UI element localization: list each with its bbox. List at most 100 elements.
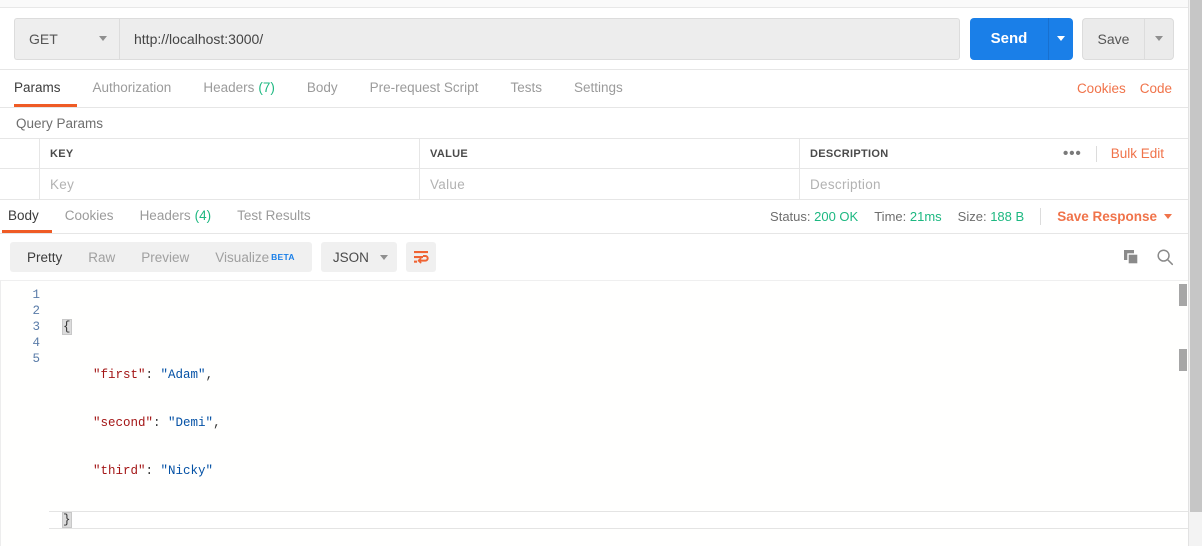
copy-icon	[1124, 249, 1139, 265]
url-text: http://localhost:3000/	[134, 30, 264, 47]
code-scrollbar-thumb-secondary[interactable]	[1179, 349, 1187, 371]
tab-pre-request-script[interactable]: Pre-request Script	[354, 70, 495, 107]
send-button-group: Send	[970, 17, 1073, 60]
tab-params[interactable]: Params	[14, 70, 77, 107]
line-number-gutter: 1 2 3 4 5	[1, 281, 49, 546]
response-meta: Status: 200 OK Time: 21ms Size: 188 B Sa…	[770, 200, 1188, 233]
code-content[interactable]: { "first": "Adam", "second": "Demi", "th…	[49, 281, 1188, 546]
tab-label: Body	[306, 79, 338, 95]
page-scrollbar-thumb[interactable]	[1190, 0, 1202, 512]
chevron-down-icon	[1164, 214, 1172, 219]
tab-label: Pre-request Script	[369, 79, 479, 95]
search-button[interactable]	[1156, 248, 1174, 266]
line-number: 4	[32, 336, 40, 350]
response-format-select[interactable]: JSON	[320, 242, 397, 272]
column-header-value: VALUE	[420, 139, 800, 168]
send-button[interactable]: Send	[970, 17, 1048, 60]
send-options-button[interactable]	[1048, 17, 1073, 60]
code-line: "third": "Nicky"	[49, 463, 1188, 479]
response-tab-cookies[interactable]: Cookies	[52, 200, 127, 233]
copy-button[interactable]	[1123, 249, 1140, 266]
params-table-actions: ••• Bulk Edit	[1049, 145, 1178, 162]
json-close-brace: }	[62, 512, 72, 528]
tab-label: Headers	[203, 79, 255, 95]
tab-authorization[interactable]: Authorization	[77, 70, 188, 107]
size-value: 188 B	[990, 209, 1025, 224]
response-format-label: JSON	[332, 249, 369, 265]
request-tabs-actions: Cookies Code	[1077, 70, 1188, 107]
json-value: "Adam"	[160, 368, 206, 382]
tab-label: Authorization	[92, 79, 172, 95]
save-response-button[interactable]: Save Response	[1057, 209, 1172, 224]
line-number: 1	[32, 288, 40, 302]
response-body-toolbar: Pretty Raw Preview Visualize BETA JSON	[0, 234, 1188, 280]
json-separator: :	[145, 464, 161, 478]
table-row: Key Value Description	[0, 169, 1188, 200]
save-options-button[interactable]	[1144, 17, 1174, 60]
status-label: Status:	[770, 209, 811, 224]
word-wrap-button[interactable]	[405, 242, 436, 272]
status-badge: Status: 200 OK	[770, 209, 858, 224]
row-checkbox-cell[interactable]	[0, 169, 40, 199]
view-mode-label: Raw	[88, 249, 116, 265]
tab-body[interactable]: Body	[291, 70, 354, 107]
select-all-checkbox-cell[interactable]	[0, 139, 40, 168]
json-separator: :	[153, 416, 169, 430]
tab-tests[interactable]: Tests	[494, 70, 558, 107]
response-tab-test-results[interactable]: Test Results	[224, 200, 324, 233]
param-key-input[interactable]: Key	[40, 169, 420, 199]
save-button[interactable]: Save	[1082, 17, 1144, 60]
view-mode-visualize[interactable]: Visualize BETA	[202, 242, 308, 272]
code-link[interactable]: Code	[1140, 81, 1172, 96]
top-strip	[0, 0, 1188, 8]
size-label: Size:	[957, 209, 987, 224]
tab-settings[interactable]: Settings	[558, 70, 639, 107]
bulk-edit-link[interactable]: Bulk Edit	[1097, 146, 1164, 161]
postman-request-response-pane: GET http://localhost:3000/ Send Save Par…	[0, 0, 1202, 546]
cookies-link[interactable]: Cookies	[1077, 81, 1126, 96]
beta-badge: BETA	[271, 252, 295, 262]
json-value: "Nicky"	[160, 464, 214, 478]
time-value: 21ms	[909, 209, 942, 224]
response-tab-body[interactable]: Body	[2, 200, 52, 233]
url-input[interactable]: http://localhost:3000/	[119, 17, 960, 60]
more-options-icon[interactable]: •••	[1049, 146, 1096, 161]
param-description-input[interactable]: Description	[800, 169, 1188, 199]
text-cursor	[70, 512, 72, 525]
code-line: "second": "Demi",	[49, 415, 1188, 431]
response-tab-headers[interactable]: Headers (4)	[127, 200, 225, 233]
response-view-mode-group: Pretty Raw Preview Visualize BETA	[10, 242, 312, 272]
tab-label: Body	[8, 207, 39, 223]
tab-label: Settings	[573, 79, 623, 95]
time-badge: Time: 21ms	[874, 209, 941, 224]
http-method-select[interactable]: GET	[14, 17, 119, 60]
tab-headers[interactable]: Headers (7)	[187, 70, 291, 107]
tab-label: Params	[14, 79, 61, 95]
query-params-title: Query Params	[0, 108, 1188, 138]
code-scrollbar-thumb[interactable]	[1179, 284, 1187, 306]
code-scrollbar[interactable]	[1178, 281, 1188, 546]
size-badge: Size: 188 B	[958, 209, 1025, 224]
view-mode-preview[interactable]: Preview	[128, 242, 202, 272]
view-mode-raw[interactable]: Raw	[75, 242, 128, 272]
url-bar: GET http://localhost:3000/ Send Save	[0, 8, 1188, 70]
json-open-brace: {	[62, 319, 72, 335]
time-label: Time:	[874, 209, 907, 224]
column-header-description-label: DESCRIPTION	[810, 147, 889, 160]
line-number: 3	[32, 320, 40, 334]
code-line: "first": "Adam",	[49, 367, 1188, 383]
view-mode-label: Preview	[141, 249, 190, 265]
json-comma: ,	[205, 368, 214, 382]
view-mode-label: Pretty	[27, 249, 63, 265]
json-comma: ,	[213, 416, 221, 430]
search-icon	[1157, 249, 1174, 266]
response-body-editor[interactable]: 1 2 3 4 5 { "first": "Adam", "second": "…	[0, 280, 1188, 546]
column-header-description: DESCRIPTION ••• Bulk Edit	[800, 139, 1188, 168]
param-value-input[interactable]: Value	[420, 169, 800, 199]
tab-label: Tests	[510, 79, 542, 95]
content-column: GET http://localhost:3000/ Send Save Par…	[0, 0, 1188, 546]
json-value: "Demi"	[168, 416, 214, 430]
view-mode-pretty[interactable]: Pretty	[14, 242, 75, 272]
json-separator: :	[145, 368, 161, 382]
page-scrollbar[interactable]	[1188, 0, 1202, 546]
